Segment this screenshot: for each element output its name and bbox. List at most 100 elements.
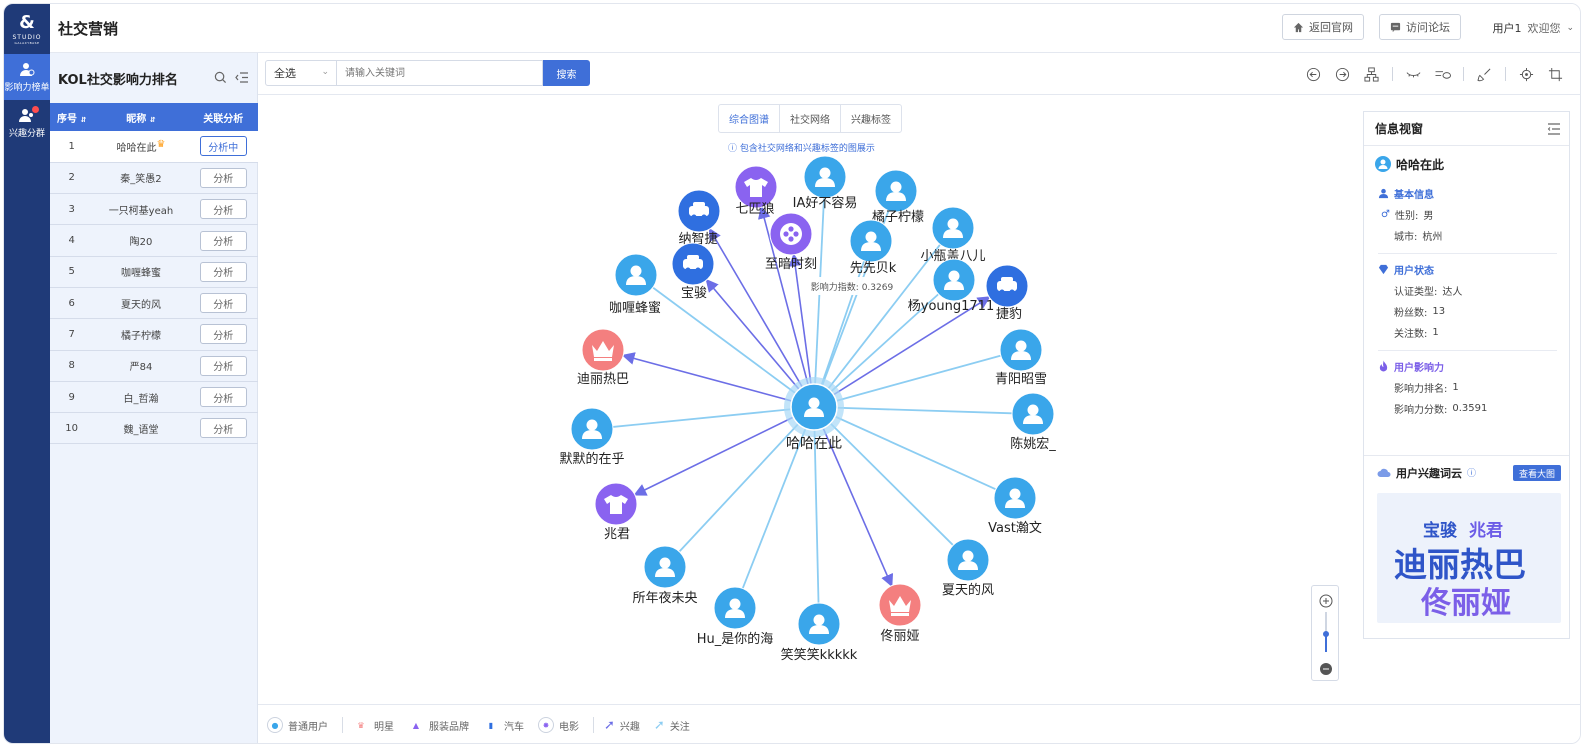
- user-node[interactable]: 所年夜未央: [632, 545, 698, 606]
- brand-node[interactable]: 兆君: [594, 482, 638, 542]
- node-label: 先先贝k: [850, 261, 897, 276]
- user-node[interactable]: 杨young1711: [908, 258, 994, 314]
- graph-canvas[interactable]: 纳智捷 七匹狼 IA好不容易 橘子柠檬至暗时刻 先先贝k 小瓶盖八儿咖喱蜂蜜 宝骏 杨youn…: [258, 95, 1358, 707]
- clear-brush-icon[interactable]: [1470, 65, 1499, 83]
- tab-combined[interactable]: 综合图谱: [719, 105, 780, 132]
- analyze-button[interactable]: 分析: [199, 418, 247, 439]
- user-avatar-icon: [1375, 156, 1391, 172]
- graph-edge[interactable]: [612, 406, 815, 428]
- analyze-button[interactable]: 分析: [199, 355, 247, 376]
- analyze-button[interactable]: 分析: [199, 230, 247, 251]
- name-cell: 一只柯基yeah: [93, 193, 189, 226]
- zoom-slider-handle[interactable]: [1323, 631, 1329, 637]
- star-node[interactable]: 佟丽娅: [878, 583, 922, 644]
- network-graph[interactable]: 纳智捷七匹狼 IA好不容易橘子柠檬至暗时刻 先先贝k 小瓶盖八儿咖喱蜂蜜 宝骏 杨youn…: [258, 95, 1358, 707]
- user-node[interactable]: IA好不容易: [793, 155, 858, 211]
- rail-item-interest-group[interactable]: 兴趣分群: [4, 100, 50, 146]
- user-node[interactable]: 咖喱蜂蜜: [609, 253, 661, 316]
- legend-item-follow[interactable]: ➚ 关注: [654, 718, 690, 733]
- analyze-button[interactable]: 分析: [199, 293, 247, 314]
- col-rank-header[interactable]: 序号 ⇵: [50, 103, 94, 131]
- legend-item-interest[interactable]: ➚ 兴趣: [604, 718, 640, 733]
- filter-view-icon[interactable]: [1428, 65, 1457, 83]
- category-select[interactable]: 全选 ⌄: [265, 60, 337, 86]
- graph-edge[interactable]: [813, 197, 825, 408]
- analysis-cell: 分析: [188, 318, 258, 351]
- star-node[interactable]: 迪丽热巴: [577, 328, 629, 387]
- graph-edge[interactable]: [708, 227, 815, 408]
- redo-icon[interactable]: [1328, 65, 1357, 83]
- user-menu[interactable]: 用户1 欢迎您 ⌄: [1492, 20, 1574, 36]
- legend-item-user[interactable]: ● 普通用户: [267, 717, 328, 733]
- home-site-button[interactable]: 返回官网: [1282, 14, 1364, 40]
- user-node[interactable]: 夏天的风: [942, 538, 994, 598]
- legend-item-movie[interactable]: ✸ 电影: [538, 717, 579, 733]
- flame-icon: [1379, 360, 1388, 372]
- info-panel: 信息视窗 哈哈在此 基本信息 ♂ 性别: 男 城市: 杭州 用户状态 认证类型: 达人 …: [1363, 111, 1570, 639]
- rank-value: 1: [1452, 382, 1459, 393]
- table-row[interactable]: 2 秦_笑愚2 分析: [50, 162, 258, 195]
- node-label: Vast瀚文: [988, 521, 1042, 536]
- word-cloud: 宝骏 兆君 迪丽热巴 佟丽娅: [1377, 493, 1561, 623]
- crop-icon[interactable]: [1541, 65, 1570, 83]
- user-node[interactable]: Vast瀚文: [988, 476, 1042, 536]
- zoom-out-icon[interactable]: [1320, 663, 1332, 675]
- node-label: 陈姚宏_: [1010, 436, 1056, 452]
- table-row[interactable]: 9 白_哲瀚 分析: [50, 381, 258, 414]
- analyze-button[interactable]: 分析: [199, 167, 247, 188]
- legend-item-star[interactable]: ♛ 明星: [353, 717, 394, 733]
- undo-icon[interactable]: [1299, 65, 1328, 83]
- user-node[interactable]: 陈姚宏_: [1010, 392, 1056, 452]
- layout-tree-icon[interactable]: [1357, 65, 1386, 83]
- car-node[interactable]: 宝骏: [671, 242, 715, 301]
- hide-icon[interactable]: [1399, 65, 1428, 83]
- view-large-button[interactable]: 查看大图: [1512, 465, 1561, 481]
- user-node[interactable]: 小瓶盖八儿: [920, 206, 986, 264]
- chevron-down-icon: ⌄: [1566, 23, 1574, 33]
- table-row[interactable]: 8 严84 分析: [50, 350, 258, 382]
- graph-edge[interactable]: [652, 286, 815, 408]
- table-row[interactable]: 5 咖喱蜂蜜 分析: [50, 256, 258, 288]
- search-icon[interactable]: [214, 71, 227, 84]
- brand-node[interactable]: 七匹狼: [734, 165, 778, 217]
- analyze-button[interactable]: 分析: [199, 261, 247, 282]
- car-node[interactable]: 纳智捷: [677, 189, 721, 247]
- user-node[interactable]: 橘子柠檬: [872, 169, 924, 225]
- user-node[interactable]: 笑笑笑kkkkk: [781, 602, 858, 663]
- user-node[interactable]: 青阳昭雪: [995, 328, 1047, 387]
- analyze-button[interactable]: 分析: [199, 199, 247, 220]
- zoom-in-icon[interactable]: [1319, 594, 1333, 608]
- legend-item-brand[interactable]: ▲ 服装品牌: [408, 717, 469, 733]
- user-node[interactable]: 默默的在乎: [559, 407, 625, 467]
- table-row[interactable]: 7 橘子柠檬 分析: [50, 318, 258, 351]
- analysis-cell: 分析: [188, 287, 258, 320]
- table-row[interactable]: 10 魏_语堂 分析: [50, 412, 258, 445]
- table-row[interactable]: 4 陶20 分析: [50, 224, 258, 257]
- score-value: 0.3591: [1452, 403, 1488, 414]
- center-node[interactable]: 哈哈在此: [784, 377, 844, 452]
- analysis-cell: 分析: [188, 224, 258, 257]
- analyze-button[interactable]: 分析中: [199, 136, 247, 157]
- rail-item-influence-ranking[interactable]: 影响力榜单: [4, 54, 50, 100]
- tab-interest-tags[interactable]: 兴趣标签: [841, 105, 901, 132]
- table-row[interactable]: 1 哈哈在此♛ 分析中: [50, 131, 258, 163]
- forum-button[interactable]: 访问论坛: [1379, 14, 1461, 40]
- analyze-button[interactable]: 分析: [199, 324, 247, 345]
- legend-item-car[interactable]: ▮ 汽车: [483, 717, 524, 733]
- collapse-panel-icon[interactable]: [1547, 123, 1561, 135]
- table-row[interactable]: 6 夏天的风 分析: [50, 287, 258, 320]
- locate-icon[interactable]: [1512, 65, 1541, 83]
- table-row[interactable]: 3 一只柯基yeah 分析: [50, 193, 258, 226]
- user-node[interactable]: 先先贝k: [849, 219, 897, 276]
- analyze-button[interactable]: 分析: [199, 387, 247, 408]
- movie-node[interactable]: 至暗时刻: [765, 212, 817, 272]
- rank-cell: 5: [50, 256, 94, 288]
- col-name-header[interactable]: 昵称 ⇵: [93, 103, 189, 131]
- rank-cell: 9: [50, 381, 94, 414]
- user-node[interactable]: Hu_是你的海: [697, 586, 774, 647]
- search-bar: 全选 ⌄ 搜索: [258, 53, 1580, 95]
- search-input[interactable]: [337, 60, 543, 86]
- collapse-menu-icon[interactable]: [235, 71, 249, 84]
- search-button[interactable]: 搜索: [543, 60, 590, 86]
- tab-social-network[interactable]: 社交网络: [780, 105, 841, 132]
